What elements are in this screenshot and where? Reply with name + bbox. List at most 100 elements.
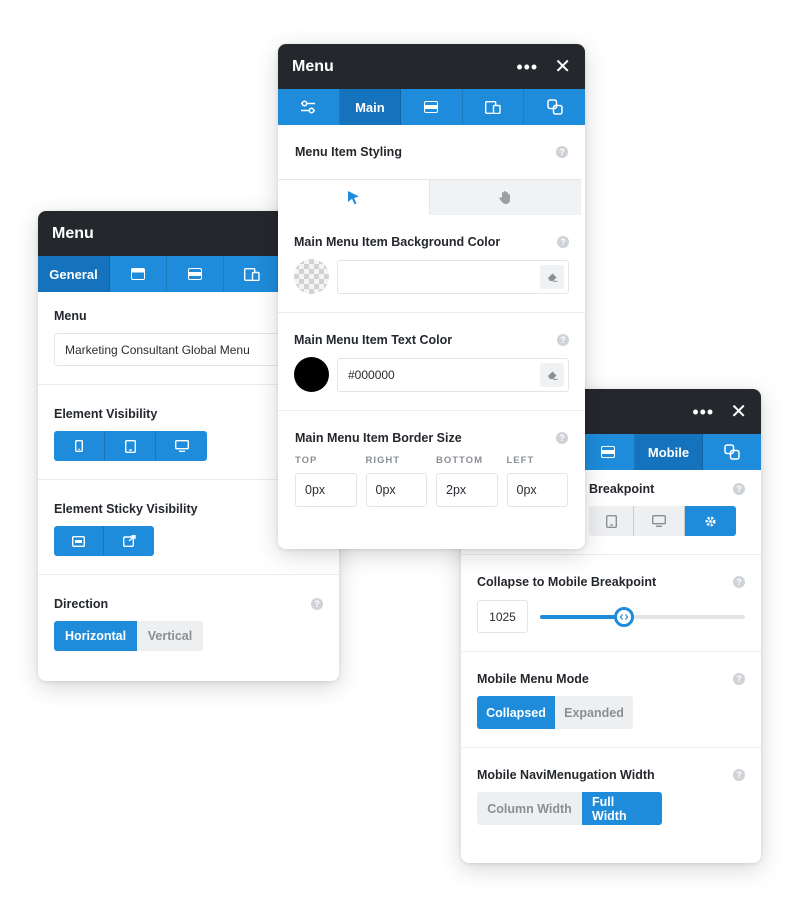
left-panel-title: Menu [52,224,94,242]
help-icon[interactable]: ? [733,673,745,685]
tab-advanced[interactable] [703,434,761,470]
layout-icon [600,446,615,458]
mobile-icon [75,440,83,452]
main-panel-title: Menu [292,57,334,75]
border-right-input[interactable]: 0px [365,473,427,507]
direction-label: Direction [54,597,109,611]
bg-color-swatch[interactable] [294,259,329,294]
visibility-tablet-button[interactable] [105,431,156,461]
eraser-icon [547,371,557,380]
ellipsis-icon[interactable]: ••• [516,58,538,76]
text-color-swatch[interactable] [294,357,329,392]
drag-handle-icon [620,613,629,620]
sticky-stuck-button[interactable] [104,526,154,556]
border-top: TOP 0px [295,455,357,507]
text-color-section: Main Menu Item Text Color ? #000000 [278,313,585,411]
tab-main[interactable]: Main [339,89,402,125]
direction-header: Direction ? [54,597,323,611]
collapse-slider-handle[interactable] [614,606,635,627]
state-tab-normal[interactable] [278,179,429,215]
link-icon [724,444,740,460]
tab-layout[interactable] [401,89,463,125]
menu-width-toggle-group: Column Width Full Width [477,792,662,825]
border-size-label: Main Menu Item Border Size [295,431,462,445]
direction-toggle-group: Horizontal Vertical [54,621,203,651]
text-color-input[interactable]: #000000 [337,357,569,392]
border-right: RIGHT 0px [365,455,427,507]
close-icon[interactable]: ✕ [554,57,571,77]
collapse-slider-fill [540,614,625,619]
text-color-label: Main Menu Item Text Color [294,333,453,347]
main-panel-tabs: Main [278,89,585,125]
close-icon[interactable]: ✕ [730,402,747,422]
mobile-mode-label: Mobile Menu Mode [477,672,589,686]
text-color-row: #000000 [294,357,569,392]
tab-general[interactable] [278,89,340,125]
desktop-icon [174,440,189,452]
tab-advanced[interactable] [524,89,585,125]
help-icon[interactable]: ? [556,432,568,444]
border-right-label: RIGHT [365,455,401,466]
text-color-clear-button[interactable] [540,362,564,387]
tab-general[interactable]: General [38,256,110,292]
tab-layout[interactable] [581,434,635,470]
hand-icon [499,191,510,204]
styling-header: Menu Item Styling ? [295,145,568,159]
layout-icon [188,268,202,280]
width-full-button[interactable]: Full Width [582,792,662,825]
responsive-icon [244,267,260,281]
direction-vertical-button[interactable]: Vertical [137,621,203,651]
border-size-header: Main Menu Item Border Size ? [295,431,568,445]
tab-layout[interactable] [167,256,224,292]
breakpoint-custom-button[interactable] [685,506,736,536]
text-color-header: Main Menu Item Text Color ? [294,333,569,347]
border-size-grid: TOP 0px RIGHT 0px BOTTOM 2px LEFT 0px [295,455,568,507]
border-top-input[interactable]: 0px [295,473,357,507]
direction-horizontal-button[interactable]: Horizontal [54,621,137,651]
breakpoint-tablet-button[interactable] [589,506,634,536]
menu-width-section: Mobile NaviMenugation Width ? Column Wid… [461,748,761,843]
main-settings-panel: Menu ••• ✕ Main Menu Item Styling ? Main… [278,44,585,549]
state-tab-hover[interactable] [429,179,581,215]
collapse-label: Collapse to Mobile Breakpoint [477,575,657,589]
border-bottom-input[interactable]: 2px [436,473,498,507]
sticky-normal-button[interactable] [54,526,104,556]
layout-icon [424,101,439,113]
help-icon[interactable]: ? [557,334,569,346]
width-column-button[interactable]: Column Width [477,792,582,825]
cursor-icon [348,191,359,205]
tablet-icon [605,514,617,528]
menu-width-header: Mobile NaviMenugation Width ? [477,768,745,782]
collapse-slider-track[interactable] [540,606,745,627]
help-icon[interactable]: ? [557,236,569,248]
help-icon[interactable]: ? [311,598,323,610]
border-top-label: TOP [295,455,318,466]
direction-section: Direction ? Horizontal Vertical [38,575,339,669]
mode-collapsed-button[interactable]: Collapsed [477,696,555,729]
bg-color-input[interactable] [337,259,569,294]
collapse-slider-row: 1025 [477,600,745,633]
bg-color-clear-button[interactable] [540,264,564,289]
tablet-icon [124,439,136,453]
breakpoint-desktop-button[interactable] [634,506,685,536]
help-icon[interactable]: ? [733,576,745,588]
sticky-toggle-group [54,526,154,556]
tab-responsive[interactable] [224,256,281,292]
visibility-mobile-button[interactable] [54,431,105,461]
ellipsis-icon[interactable]: ••• [692,403,714,421]
tab-mobile[interactable]: Mobile [635,434,703,470]
border-left-input[interactable]: 0px [506,473,568,507]
collapse-value-input[interactable]: 1025 [477,600,528,633]
mobile-mode-toggle-group: Collapsed Expanded [477,696,633,729]
help-icon[interactable]: ? [556,146,568,158]
bg-color-label: Main Menu Item Background Color [294,235,501,249]
link-icon [546,99,563,115]
visibility-desktop-button[interactable] [156,431,207,461]
mode-expanded-button[interactable]: Expanded [555,696,633,729]
right-panel-tools: ••• ✕ [692,402,747,422]
tab-responsive[interactable] [463,89,525,125]
help-icon[interactable]: ? [733,483,745,495]
help-icon[interactable]: ? [733,769,745,781]
main-panel-tools: ••• ✕ [516,57,571,77]
tab-style[interactable] [110,256,167,292]
